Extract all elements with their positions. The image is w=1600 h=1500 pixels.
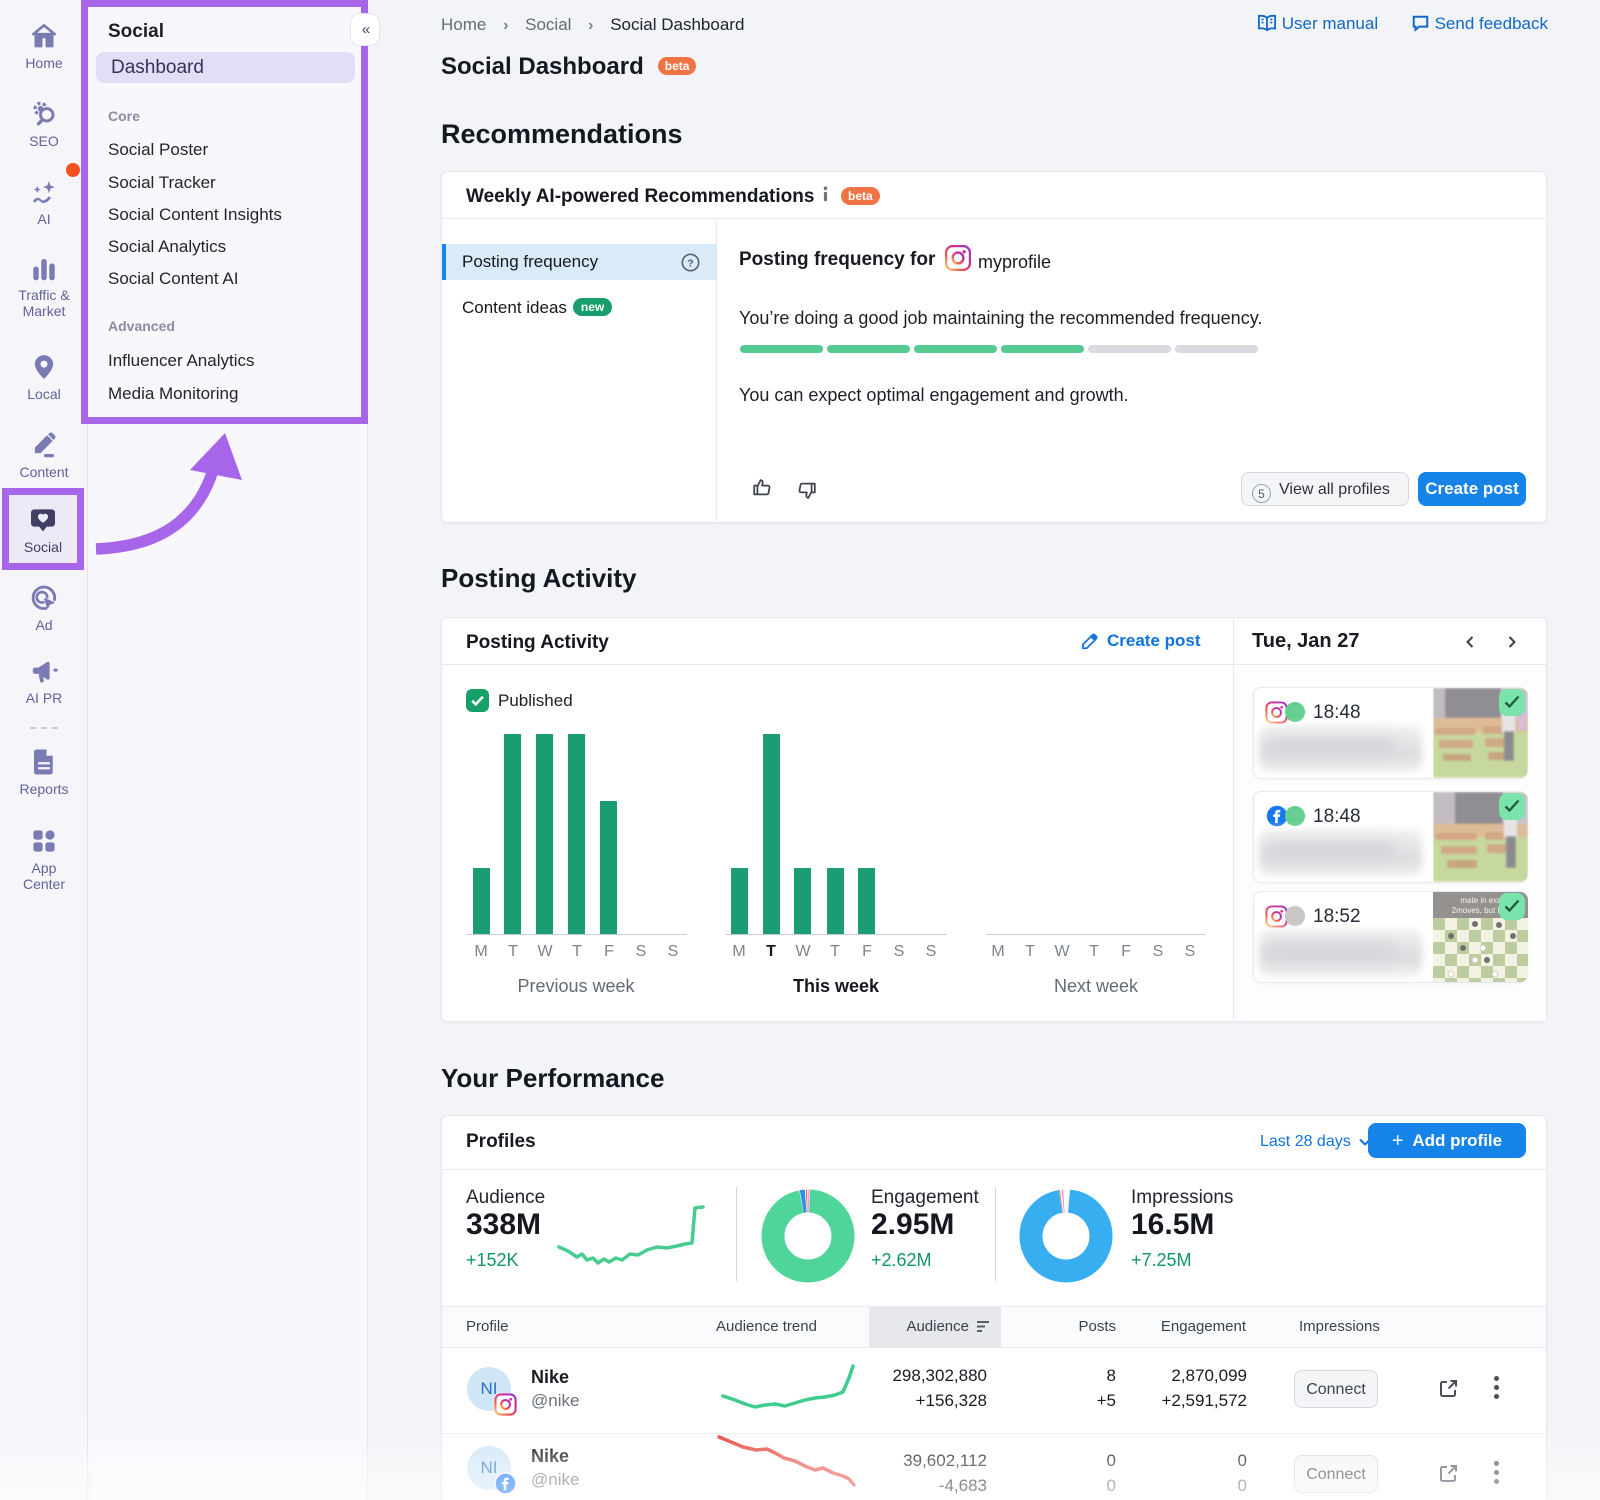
svg-text:?: ? bbox=[687, 258, 693, 269]
